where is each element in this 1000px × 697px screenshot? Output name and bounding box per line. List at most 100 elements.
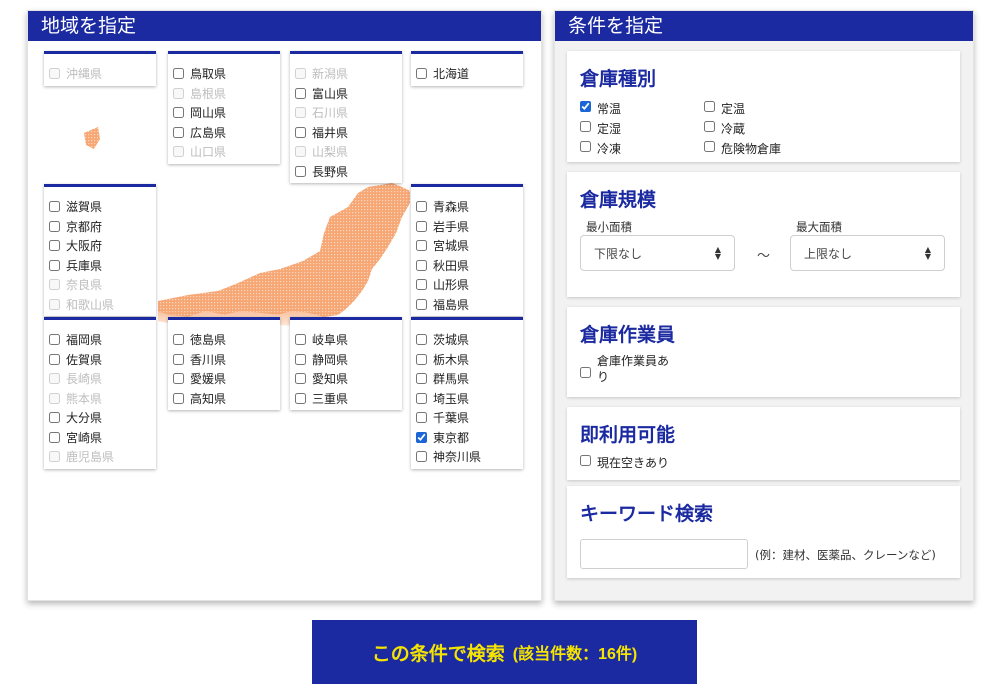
prefecture-checkbox[interactable]: [295, 334, 306, 346]
warehouse-type-option[interactable]: 危険物倉庫: [704, 140, 781, 157]
prefecture-checkbox[interactable]: [416, 431, 427, 443]
min-area-value: 下限なし: [594, 246, 643, 261]
max-area-select[interactable]: 上限なし ▲ ▼: [790, 235, 945, 271]
prefecture-checkbox[interactable]: [295, 353, 306, 365]
warehouse-type-checkbox[interactable]: [580, 141, 591, 152]
warehouse-type-checkbox[interactable]: [580, 101, 591, 112]
prefecture-checkbox[interactable]: [416, 259, 427, 271]
prefecture-option[interactable]: 富山県: [290, 84, 402, 104]
prefecture-option[interactable]: 東京都: [411, 428, 523, 448]
prefecture-option[interactable]: 兵庫県: [44, 256, 156, 276]
prefecture-checkbox[interactable]: [416, 353, 427, 365]
prefecture-checkbox[interactable]: [295, 126, 306, 138]
prefecture-checkbox[interactable]: [295, 165, 306, 177]
prefecture-checkbox[interactable]: [416, 201, 427, 213]
prefecture-label: 奈良県: [66, 278, 103, 293]
prefecture-checkbox[interactable]: [295, 87, 306, 99]
prefecture-option[interactable]: 福井県: [290, 123, 402, 143]
keyword-input[interactable]: [580, 539, 748, 569]
select-arrows-icon: ▲ ▼: [924, 245, 931, 261]
prefecture-checkbox[interactable]: [173, 373, 184, 385]
prefecture-checkbox[interactable]: [295, 392, 306, 404]
prefecture-option[interactable]: 鳥取県: [168, 64, 280, 84]
conditions-panel: 条件を指定 倉庫種別 常温 定温 定湿 冷蔵 冷凍 危険物倉庫 倉庫規模 最小面積 最大面…: [554, 10, 974, 601]
prefecture-option[interactable]: 京都府: [44, 217, 156, 237]
prefecture-option[interactable]: 北海道: [411, 64, 523, 84]
workers-checkbox[interactable]: [580, 367, 591, 378]
prefecture-option[interactable]: 宮崎県: [44, 428, 156, 448]
prefecture-option[interactable]: 秋田県: [411, 256, 523, 276]
prefecture-checkbox[interactable]: [416, 334, 427, 346]
prefecture-checkbox[interactable]: [416, 240, 427, 252]
prefecture-checkbox[interactable]: [49, 412, 60, 424]
availability-option[interactable]: 現在空きあり: [580, 454, 669, 471]
prefecture-checkbox[interactable]: [416, 392, 427, 404]
prefecture-option[interactable]: 神奈川県: [411, 447, 523, 467]
prefecture-checkbox[interactable]: [416, 279, 427, 291]
prefecture-checkbox[interactable]: [173, 68, 184, 80]
prefecture-option[interactable]: 徳島県: [168, 330, 280, 350]
prefecture-option[interactable]: 岡山県: [168, 103, 280, 123]
warehouse-type-option[interactable]: 定湿: [580, 120, 621, 137]
prefecture-checkbox[interactable]: [416, 298, 427, 310]
prefecture-option[interactable]: 大阪府: [44, 236, 156, 256]
prefecture-checkbox[interactable]: [173, 353, 184, 365]
warehouse-type-option[interactable]: 定温: [704, 100, 745, 117]
prefecture-option[interactable]: 岐阜県: [290, 330, 402, 350]
prefecture-option[interactable]: 宮城県: [411, 236, 523, 256]
prefecture-option[interactable]: 滋賀県: [44, 197, 156, 217]
prefecture-checkbox[interactable]: [49, 334, 60, 346]
warehouse-type-checkbox[interactable]: [704, 101, 715, 112]
prefecture-option[interactable]: 千葉県: [411, 408, 523, 428]
conditions-panel-title: 条件を指定: [555, 11, 973, 41]
prefecture-option[interactable]: 栃木県: [411, 350, 523, 370]
availability-checkbox[interactable]: [580, 455, 591, 466]
workers-option[interactable]: 倉庫作業員あり: [580, 353, 680, 385]
prefecture-option[interactable]: 愛媛県: [168, 369, 280, 389]
prefecture-checkbox[interactable]: [49, 353, 60, 365]
prefecture-option[interactable]: 福島県: [411, 295, 523, 315]
prefecture-option[interactable]: 山形県: [411, 275, 523, 295]
warehouse-type-checkbox[interactable]: [704, 141, 715, 152]
prefecture-label: 山形県: [433, 278, 470, 293]
prefecture-group: 鳥取県 島根県 岡山県 広島県 山口県: [168, 51, 280, 164]
prefecture-option[interactable]: 佐賀県: [44, 350, 156, 370]
search-button[interactable]: この条件で検索 (該当件数：16件): [312, 620, 697, 684]
prefecture-checkbox[interactable]: [173, 107, 184, 119]
prefecture-option[interactable]: 岩手県: [411, 217, 523, 237]
prefecture-option[interactable]: 広島県: [168, 123, 280, 143]
prefecture-checkbox[interactable]: [416, 412, 427, 424]
prefecture-option[interactable]: 群馬県: [411, 369, 523, 389]
prefecture-option[interactable]: 愛知県: [290, 369, 402, 389]
min-area-select[interactable]: 下限なし ▲ ▼: [580, 235, 735, 271]
prefecture-checkbox[interactable]: [49, 201, 60, 213]
prefecture-checkbox[interactable]: [49, 220, 60, 232]
prefecture-checkbox: [173, 146, 184, 158]
warehouse-type-option[interactable]: 常温: [580, 100, 621, 117]
prefecture-checkbox[interactable]: [416, 68, 427, 80]
prefecture-checkbox[interactable]: [416, 451, 427, 463]
prefecture-checkbox[interactable]: [49, 431, 60, 443]
prefecture-checkbox[interactable]: [49, 259, 60, 271]
prefecture-checkbox[interactable]: [295, 373, 306, 385]
warehouse-type-option[interactable]: 冷凍: [580, 140, 621, 157]
prefecture-option[interactable]: 茨城県: [411, 330, 523, 350]
warehouse-type-checkbox[interactable]: [704, 121, 715, 132]
prefecture-checkbox[interactable]: [173, 334, 184, 346]
prefecture-checkbox[interactable]: [416, 373, 427, 385]
prefecture-option[interactable]: 大分県: [44, 408, 156, 428]
prefecture-checkbox[interactable]: [416, 220, 427, 232]
warehouse-type-checkbox[interactable]: [580, 121, 591, 132]
prefecture-option[interactable]: 福岡県: [44, 330, 156, 350]
prefecture-option[interactable]: 三重県: [290, 389, 402, 409]
prefecture-option[interactable]: 長野県: [290, 162, 402, 182]
prefecture-checkbox[interactable]: [173, 126, 184, 138]
prefecture-option[interactable]: 香川県: [168, 350, 280, 370]
prefecture-option[interactable]: 青森県: [411, 197, 523, 217]
prefecture-checkbox[interactable]: [49, 240, 60, 252]
prefecture-option[interactable]: 高知県: [168, 389, 280, 409]
prefecture-option[interactable]: 静岡県: [290, 350, 402, 370]
warehouse-type-option[interactable]: 冷蔵: [704, 120, 745, 137]
prefecture-checkbox[interactable]: [173, 392, 184, 404]
prefecture-option[interactable]: 埼玉県: [411, 389, 523, 409]
